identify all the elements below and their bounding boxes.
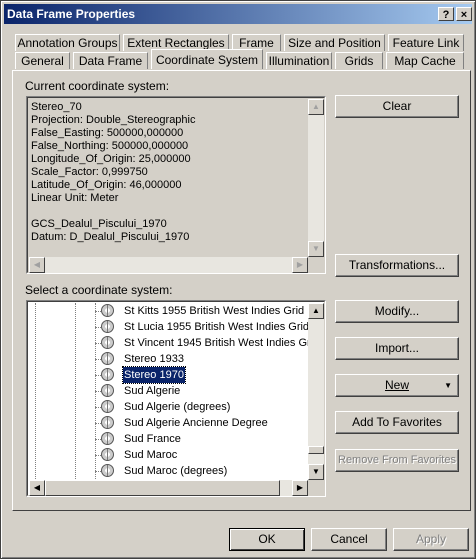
list-item-label: St Kitts 1955 British West Indies Grid <box>124 305 305 317</box>
scroll-up-icon[interactable]: ▲ <box>308 303 324 319</box>
list-item-label: Stereo 1970 <box>122 366 186 384</box>
current-coordinate-box[interactable]: Stereo_70 Projection: Double_Stereographi… <box>26 96 326 274</box>
globe-icon <box>101 368 114 381</box>
globe-icon <box>101 416 114 429</box>
tree-hscroll-thumb[interactable] <box>45 480 280 496</box>
coord-hscroll[interactable] <box>29 257 308 273</box>
tab-general[interactable]: General <box>15 52 70 69</box>
coordinate-line: Longitude_Of_Origin: 25,000000 <box>31 153 191 165</box>
list-item-label: Sud Algerie <box>124 385 181 397</box>
globe-icon <box>101 384 114 397</box>
remove-from-favorites-button[interactable]: Remove From Favorites <box>335 449 459 472</box>
list-item-label: Sud Maroc <box>124 449 178 461</box>
clear-button[interactable]: Clear <box>335 95 459 118</box>
title-bar[interactable]: Data Frame Properties ? × <box>4 4 472 24</box>
scroll-right-icon[interactable]: ▶ <box>292 257 308 273</box>
coordinate-line: Stereo_70 <box>31 101 82 113</box>
help-button[interactable]: ? <box>438 7 454 21</box>
modify-button[interactable]: Modify... <box>335 300 459 323</box>
list-item-label: Sud Maroc (degrees) <box>124 465 228 477</box>
globe-icon <box>101 352 114 365</box>
coordinate-line: False_Northing: 500000,000000 <box>31 140 189 152</box>
scroll-right-icon[interactable]: ▶ <box>292 480 308 496</box>
new-dropdown-button[interactable]: New ▼ <box>335 374 459 397</box>
new-label: New <box>384 378 409 392</box>
scroll-corner <box>308 257 324 273</box>
globe-icon <box>101 400 114 413</box>
coordinate-line: Latitude_Of_Origin: 46,000000 <box>31 179 182 191</box>
tab-illumination[interactable]: Illumination <box>266 52 332 69</box>
globe-icon <box>101 304 114 317</box>
coord-vscroll[interactable] <box>308 99 324 257</box>
close-button[interactable]: × <box>456 7 472 21</box>
dialog-window: Data Frame Properties ? × Annotation Gro… <box>0 0 476 559</box>
scroll-corner <box>308 480 324 496</box>
list-item-label: Sud France <box>124 433 181 445</box>
window-title: Data Frame Properties <box>7 7 136 21</box>
transformations-button[interactable]: Transformations... <box>335 254 459 277</box>
tab-data-frame[interactable]: Data Frame <box>73 52 148 69</box>
tab-grids[interactable]: Grids <box>335 52 383 69</box>
coordinate-line: Projection: Double_Stereographic <box>31 114 196 126</box>
coordinate-line: False_Easting: 500000,000000 <box>31 127 184 139</box>
scroll-left-icon[interactable]: ◀ <box>29 257 45 273</box>
coordinate-line: Linear Unit: Meter <box>31 192 119 204</box>
list-item-label: St Lucia 1955 British West Indies Grid <box>124 321 310 333</box>
import-button[interactable]: Import... <box>335 337 459 360</box>
tab-panel: Current coordinate system: Stereo_70 Proj… <box>12 70 471 511</box>
globe-icon <box>101 320 114 333</box>
tab-annotation-groups[interactable]: Annotation Groups <box>15 34 120 51</box>
scroll-up-icon[interactable]: ▲ <box>308 99 324 115</box>
list-item-label: Sud Algerie Ancienne Degree <box>124 417 268 429</box>
coordinate-line: GCS_Dealul_Piscului_1970 <box>31 218 167 230</box>
tab-map-cache[interactable]: Map Cache <box>386 52 464 69</box>
current-coordinate-label: Current coordinate system: <box>25 79 170 93</box>
cancel-button[interactable]: Cancel <box>311 528 387 551</box>
apply-button[interactable]: Apply <box>393 528 469 551</box>
list-item-label: Sud Algerie (degrees) <box>124 401 231 413</box>
scroll-left-icon[interactable]: ◀ <box>29 480 45 496</box>
scroll-down-icon[interactable]: ▼ <box>308 464 324 480</box>
select-coordinate-label: Select a coordinate system: <box>25 283 173 297</box>
globe-icon <box>101 336 114 349</box>
tab-feature-link[interactable]: Feature Link <box>388 34 464 51</box>
tab-size-and-position[interactable]: Size and Position <box>284 34 385 51</box>
scroll-down-icon[interactable]: ▼ <box>308 241 324 257</box>
coordinate-line: Scale_Factor: 0,999750 <box>31 166 148 178</box>
dropdown-arrow-icon: ▼ <box>444 381 452 390</box>
tab-coordinate-system[interactable]: Coordinate System <box>151 49 263 69</box>
list-item-label: Stereo 1933 <box>124 353 184 365</box>
coordinate-line: Datum: D_Dealul_Piscului_1970 <box>31 231 190 243</box>
ok-button[interactable]: OK <box>229 528 305 551</box>
tree-vscroll-thumb[interactable] <box>308 446 324 454</box>
add-to-favorites-button[interactable]: Add To Favorites <box>335 411 459 434</box>
globe-icon <box>101 464 114 477</box>
list-item-label: St Vincent 1945 British West Indies Grid <box>124 337 320 349</box>
globe-icon <box>101 432 114 445</box>
globe-icon <box>101 448 114 461</box>
coordinate-tree[interactable]: St Kitts 1955 British West Indies Grid St… <box>26 300 326 497</box>
